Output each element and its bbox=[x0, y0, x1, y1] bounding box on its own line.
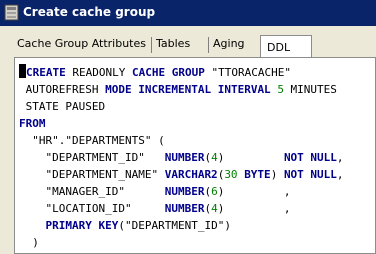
tab-tables[interactable]: Tables bbox=[156, 37, 190, 53]
ddl-editor[interactable]: CREATE READONLY CACHE GROUP "TTORACACHE"… bbox=[14, 57, 376, 254]
window-titlebar: Create cache group bbox=[0, 0, 376, 26]
ddl-line: "DEPARTMENT_NAME" VARCHAR2(30 BYTE) NOT … bbox=[19, 168, 344, 181]
ddl-line: ) bbox=[19, 236, 39, 249]
app-icon bbox=[4, 4, 19, 21]
tab-separator bbox=[151, 37, 152, 53]
text-cursor bbox=[19, 64, 26, 78]
window-title: Create cache group bbox=[23, 5, 156, 19]
tab-cache-group-attributes[interactable]: Cache Group Attributes bbox=[17, 37, 146, 53]
ddl-line: "HR"."DEPARTMENTS" ( bbox=[19, 134, 165, 147]
tab-strip: Cache Group Attributes Tables Aging bbox=[0, 26, 376, 56]
ddl-line: STATE PAUSED bbox=[19, 100, 106, 113]
ddl-line: CREATE READONLY CACHE GROUP "TTORACACHE" bbox=[19, 64, 291, 79]
ddl-line: FROM bbox=[19, 117, 46, 130]
ddl-line: AUTOREFRESH MODE INCREMENTAL INTERVAL 5 … bbox=[19, 83, 337, 96]
ddl-line: PRIMARY KEY("DEPARTMENT_ID") bbox=[45, 219, 231, 232]
tab-aging[interactable]: Aging bbox=[213, 37, 245, 53]
tab-ddl[interactable]: DDL bbox=[260, 35, 312, 58]
ddl-line: "LOCATION_ID" NUMBER(4) , bbox=[19, 202, 291, 215]
ddl-line: "MANAGER_ID" NUMBER(6) , bbox=[19, 185, 291, 198]
tab-separator bbox=[208, 37, 209, 53]
ddl-code: CREATE READONLY CACHE GROUP "TTORACACHE"… bbox=[19, 64, 344, 251]
ddl-line: "DEPARTMENT_ID" NUMBER(4) NOT NULL, bbox=[19, 151, 344, 164]
